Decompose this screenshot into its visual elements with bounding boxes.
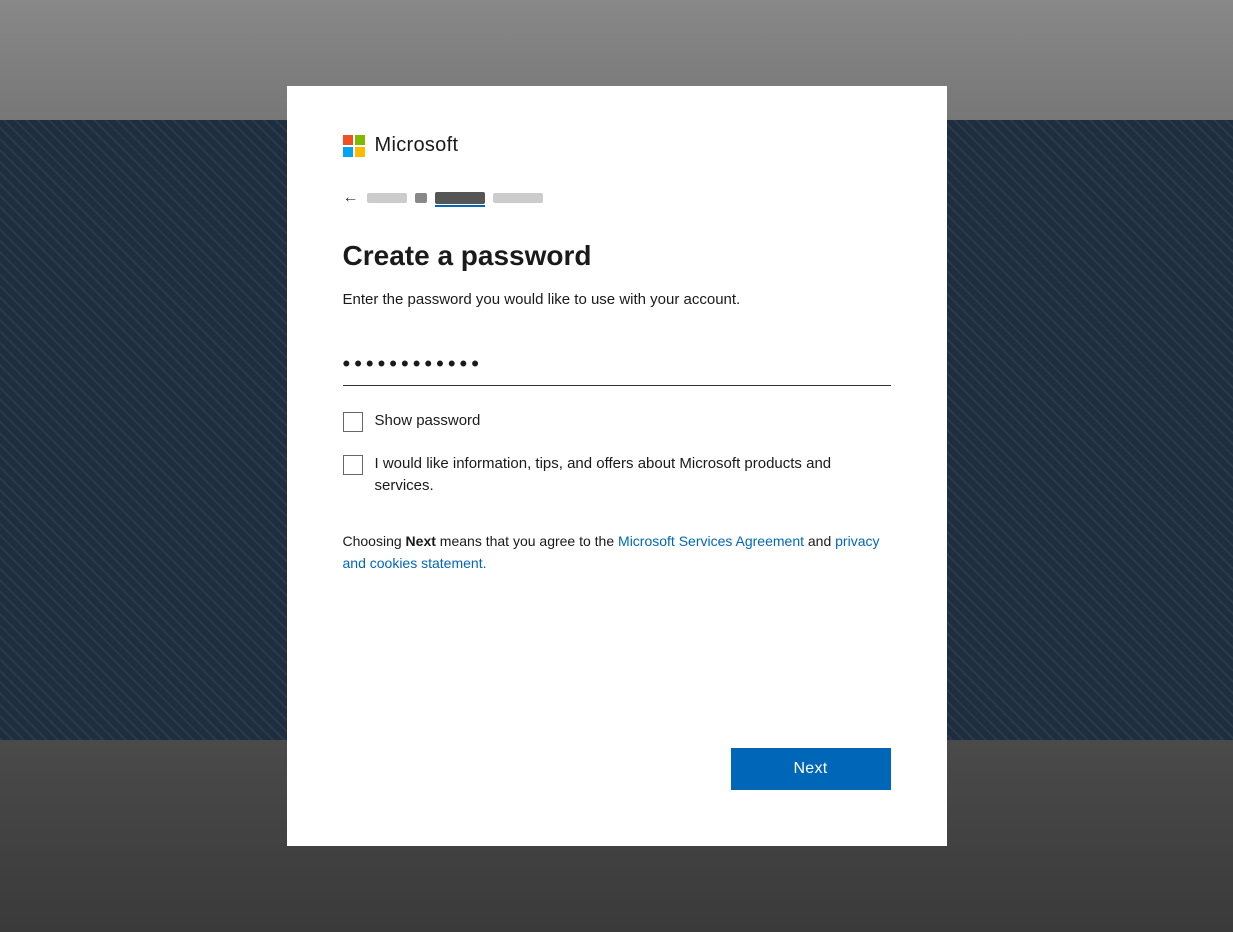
agreement-connector: and xyxy=(804,533,835,549)
button-row: Next xyxy=(343,748,891,790)
next-button[interactable]: Next xyxy=(731,748,891,790)
breadcrumb-dot-1 xyxy=(415,193,427,203)
microsoft-logo-text: Microsoft xyxy=(375,134,459,157)
checkbox-group: Show password I would like information, … xyxy=(343,410,891,498)
agreement-text: Choosing Next means that you agree to th… xyxy=(343,530,891,575)
create-password-modal: Microsoft ← Create a password Enter the … xyxy=(287,86,947,846)
breadcrumb-item-active xyxy=(435,192,485,204)
page-subtitle: Enter the password you would like to use… xyxy=(343,289,891,312)
show-password-row: Show password xyxy=(343,410,891,433)
logo-quadrant-yellow xyxy=(355,147,365,157)
modal-overlay: Microsoft ← Create a password Enter the … xyxy=(0,0,1233,932)
microsoft-services-agreement-link[interactable]: Microsoft Services Agreement xyxy=(618,533,804,549)
microsoft-logo-icon xyxy=(343,135,365,157)
agreement-prefix: Choosing xyxy=(343,533,406,549)
marketing-row: I would like information, tips, and offe… xyxy=(343,453,891,498)
breadcrumb-item-3 xyxy=(493,193,543,203)
breadcrumb: ← xyxy=(343,189,891,207)
password-field xyxy=(343,343,891,386)
logo-quadrant-red xyxy=(343,135,353,145)
agreement-next-bold: Next xyxy=(406,533,436,549)
agreement-middle: means that you agree to the xyxy=(436,533,618,549)
microsoft-logo: Microsoft xyxy=(343,134,891,157)
breadcrumb-item-1 xyxy=(367,193,407,203)
logo-quadrant-green xyxy=(355,135,365,145)
logo-quadrant-blue xyxy=(343,147,353,157)
marketing-checkbox[interactable] xyxy=(343,455,363,475)
page-title: Create a password xyxy=(343,239,891,273)
show-password-label[interactable]: Show password xyxy=(375,410,481,433)
marketing-label[interactable]: I would like information, tips, and offe… xyxy=(375,453,891,498)
back-arrow-icon[interactable]: ← xyxy=(343,189,359,207)
password-input[interactable] xyxy=(343,343,891,386)
show-password-checkbox[interactable] xyxy=(343,412,363,432)
